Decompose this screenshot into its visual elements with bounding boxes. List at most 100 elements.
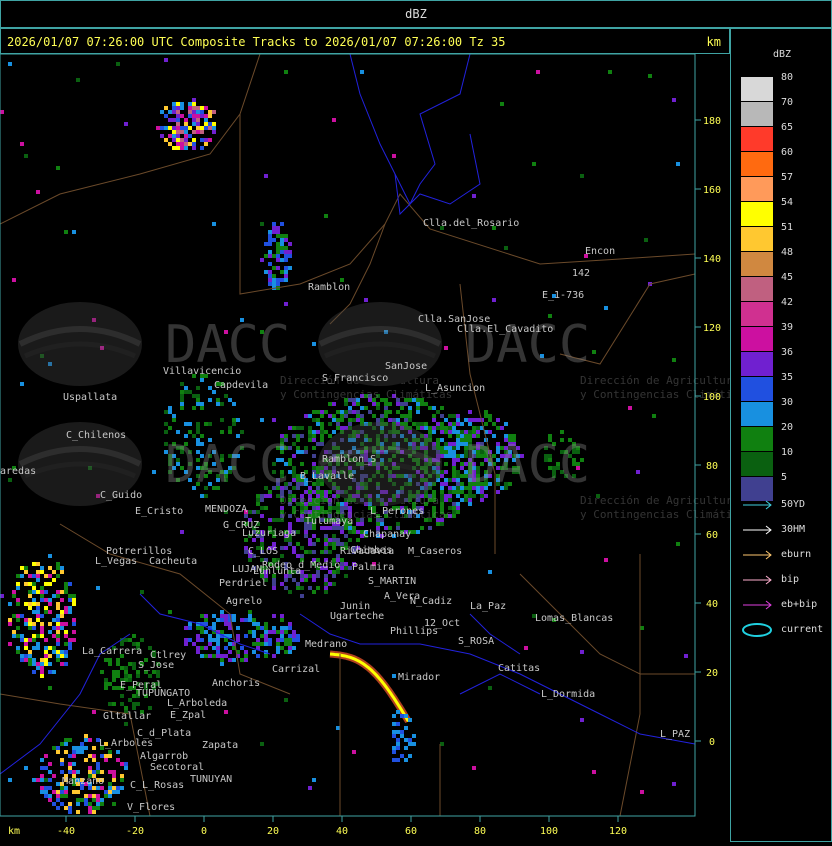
legend-swatch-10 xyxy=(741,452,773,476)
place-label: L_PAZ xyxy=(660,729,690,740)
legend-swatch-51 xyxy=(741,227,773,251)
place-label: Rivadavia xyxy=(340,546,394,557)
place-label: Manzano xyxy=(62,776,104,787)
svg-text:DACC: DACC xyxy=(465,435,590,495)
place-label: L_Vegas xyxy=(95,556,137,567)
x-tick-label: 100 xyxy=(540,826,558,837)
place-label: Mirador xyxy=(398,672,440,683)
legend-value-20: 20 xyxy=(781,422,794,433)
place-label: C_Guido xyxy=(100,490,142,501)
y-tick-label: 160 xyxy=(703,185,721,196)
place-label: S_Jose xyxy=(138,660,174,671)
y-tick-label: 0 xyxy=(709,737,715,748)
place-label: Catitas xyxy=(498,663,540,674)
x-tick-label: -40 xyxy=(57,826,75,837)
place-label: Ramblon_S xyxy=(322,454,376,465)
place-label: S_MARTIN xyxy=(368,576,416,587)
place-label: Secotoral xyxy=(150,762,204,773)
legend-value-70: 70 xyxy=(781,97,794,108)
y-tick-label: 20 xyxy=(706,668,718,679)
place-label: Luzuriaga xyxy=(242,528,296,539)
place-label: Palmira xyxy=(352,562,394,573)
place-label: Ugarteche xyxy=(330,611,384,622)
radar-map[interactable]: DACCDirección de Agriculturay Contingenc… xyxy=(0,53,752,842)
place-label: Zapata xyxy=(202,740,238,751)
legend-swatch-65 xyxy=(741,127,773,151)
place-label: Clla.del_Rosario xyxy=(423,218,519,229)
place-label: Villavicencio xyxy=(163,366,241,377)
legend-value-57: 57 xyxy=(781,172,794,183)
place-label: Anchoris xyxy=(212,678,260,689)
legend-value-60: 60 xyxy=(781,147,794,158)
y-tick-label: 80 xyxy=(706,461,718,472)
x-tick-label: 80 xyxy=(474,826,486,837)
place-label: Phillips xyxy=(390,626,438,637)
place-label: L_Asuncion xyxy=(425,383,485,394)
x-tick-label: 120 xyxy=(609,826,627,837)
place-label: Clla.El_Cavadito xyxy=(457,324,553,335)
y-tick-label: 180 xyxy=(703,116,721,127)
legend-value-36: 36 xyxy=(781,347,794,358)
km-unit-label: km xyxy=(706,35,721,49)
subtitle-bar: 2026/01/07 07:26:00 UTC Composite Tracks… xyxy=(0,28,730,54)
legend-panel: dBZ 80 70 65 60 57 54 51 48 45 42 39 36 35 30 20 10 5 50… xyxy=(730,28,832,842)
place-label: C_Chilenos xyxy=(66,430,126,441)
place-label: MENDOZA xyxy=(205,504,247,515)
title-bar: dBZ xyxy=(0,0,832,28)
legend-swatch-39 xyxy=(741,327,773,351)
legend-track-label: 50YD xyxy=(781,499,806,510)
x-tick-label: 0 xyxy=(201,826,207,837)
legend-swatch-42 xyxy=(741,302,773,326)
place-label: Medrano xyxy=(305,639,347,650)
place-label: C_LOS xyxy=(248,546,278,557)
subtitle-text: 2026/01/07 07:26:00 UTC Composite Tracks… xyxy=(7,35,506,49)
legend-value-80: 80 xyxy=(781,72,794,83)
place-label: V_Flores xyxy=(127,802,175,813)
legend-value-65: 65 xyxy=(781,122,794,133)
legend-swatch-48 xyxy=(741,252,773,276)
place-label: La_Paz xyxy=(470,601,506,612)
legend-track-label: bip xyxy=(781,574,800,585)
legend-swatch-70 xyxy=(741,102,773,126)
x-tick-label: -20 xyxy=(126,826,144,837)
place-label: aredas xyxy=(0,466,36,477)
legend-value-39: 39 xyxy=(781,322,794,333)
y-tick-label: 100 xyxy=(703,392,721,403)
place-label: C_L_Rosas xyxy=(130,780,184,791)
legend-track-label: eb+bip xyxy=(781,599,818,610)
x-tick-label: 20 xyxy=(267,826,279,837)
place-label: Gltallar xyxy=(103,711,151,722)
place-label: E_Cristo xyxy=(135,506,183,517)
legend-swatch-60 xyxy=(741,152,773,176)
legend-value-42: 42 xyxy=(781,297,794,308)
place-label: Cacheuta xyxy=(149,556,197,567)
svg-text:Dirección de Agricultura: Dirección de Agricultura xyxy=(580,494,730,507)
place-label: Lunlunta xyxy=(253,566,301,577)
place-label: Agrelo xyxy=(226,596,262,607)
legend-swatch-80 xyxy=(741,77,773,101)
svg-text:DACC: DACC xyxy=(165,435,290,495)
legend-swatch-36 xyxy=(741,352,773,376)
place-label: TUNUYAN xyxy=(190,774,232,785)
legend-swatch-57 xyxy=(741,177,773,201)
y-tick-label: 120 xyxy=(703,323,721,334)
x-axis-label: km xyxy=(8,826,20,837)
place-label: M_Caseros xyxy=(408,546,462,557)
legend-swatch-35 xyxy=(741,377,773,401)
legend-swatch-20 xyxy=(741,427,773,451)
place-label: Ramblon xyxy=(308,282,350,293)
place-label: Chapanay xyxy=(363,529,411,540)
y-tick-label: 60 xyxy=(706,530,718,541)
legend-swatch-45 xyxy=(741,277,773,301)
title-text: dBZ xyxy=(405,7,427,21)
place-label: S_Francisco xyxy=(322,373,388,384)
legend-value-45: 45 xyxy=(781,272,794,283)
place-label: L_Perones xyxy=(370,506,424,517)
legend-track-label: current xyxy=(781,624,824,635)
legend-value-48: 48 xyxy=(781,247,794,258)
legend-swatch-30 xyxy=(741,402,773,426)
legend-value-51: 51 xyxy=(781,222,794,233)
place-label: L_Arboleda xyxy=(167,698,227,709)
place-label: Tulumaya xyxy=(305,516,353,527)
legend-value-30: 30 xyxy=(781,397,794,408)
